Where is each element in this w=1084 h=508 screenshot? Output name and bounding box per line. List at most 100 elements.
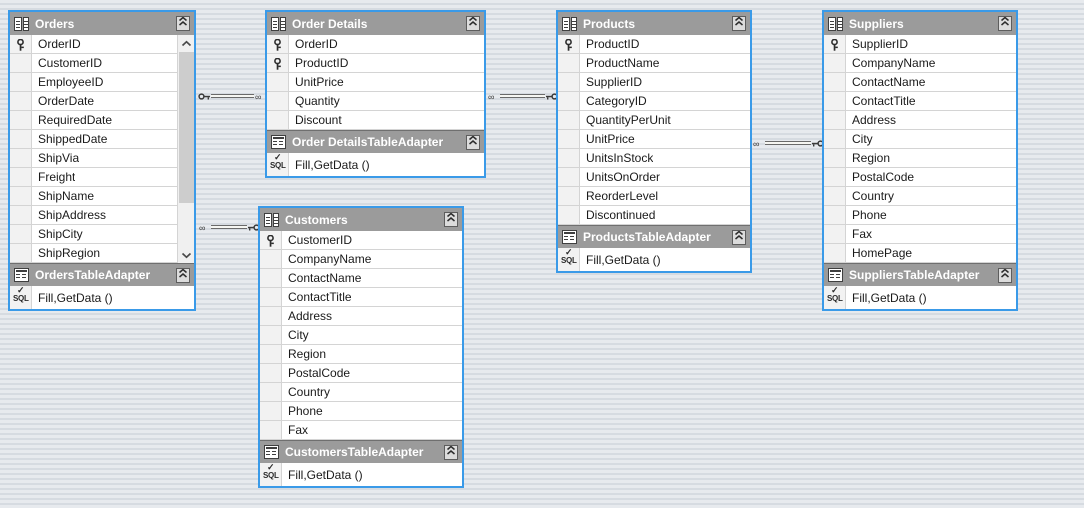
field-row[interactable]: ShipName	[10, 187, 194, 206]
relation-rel-orders-orderdetails[interactable]: ∞	[198, 90, 267, 102]
entity-header-orders[interactable]: Orders	[10, 12, 194, 35]
adapter-query-row[interactable]: ✓ SQL Fill,GetData ()	[260, 463, 462, 486]
relation-rel-orders-customers[interactable]: ∞	[198, 221, 260, 233]
field-row[interactable]: Freight	[10, 168, 194, 187]
field-row[interactable]: Quantity	[267, 92, 484, 111]
adapter-title-customers: CustomersTableAdapter	[285, 445, 424, 459]
entity-title-order-details: Order Details	[292, 16, 368, 31]
field-row[interactable]: Country	[260, 383, 462, 402]
chevron-double-up-icon[interactable]	[466, 134, 480, 150]
field-row[interactable]: EmployeeID	[10, 73, 194, 92]
adapter-header-order-details[interactable]: Order DetailsTableAdapter	[267, 130, 484, 153]
field-row[interactable]: UnitPrice	[558, 130, 750, 149]
entity-header-products[interactable]: Products	[558, 12, 750, 35]
svg-text:∞: ∞	[753, 139, 759, 149]
adapter-header-products[interactable]: ProductsTableAdapter	[558, 225, 750, 248]
field-row[interactable]: CompanyName	[824, 54, 1016, 73]
chevron-down-icon[interactable]	[178, 246, 194, 263]
field-row[interactable]: OrderDate	[10, 92, 194, 111]
chevron-double-up-icon[interactable]	[998, 16, 1012, 31]
field-row[interactable]: Region	[824, 149, 1016, 168]
field-row[interactable]: HomePage	[824, 244, 1016, 263]
field-row[interactable]: ContactTitle	[824, 92, 1016, 111]
field-row[interactable]: ShipVia	[10, 149, 194, 168]
field-row[interactable]: Address	[824, 111, 1016, 130]
field-gutter	[267, 92, 289, 110]
field-row[interactable]: Fax	[260, 421, 462, 440]
field-row[interactable]: Fax	[824, 225, 1016, 244]
field-row[interactable]: CustomerID	[10, 54, 194, 73]
scrollbar-thumb[interactable]	[179, 52, 194, 204]
chevron-double-up-icon[interactable]	[466, 16, 480, 31]
field-row[interactable]: ContactName	[260, 269, 462, 288]
field-row[interactable]: UnitPrice	[267, 73, 484, 92]
field-row[interactable]: UnitsInStock	[558, 149, 750, 168]
entity-header-suppliers[interactable]: Suppliers	[824, 12, 1016, 35]
chevron-double-up-icon[interactable]	[444, 444, 458, 460]
field-row[interactable]: UnitsOnOrder	[558, 168, 750, 187]
entity-customers[interactable]: Customers CustomerID CompanyName ContactNam…	[258, 206, 464, 488]
field-row[interactable]: ContactTitle	[260, 288, 462, 307]
field-row[interactable]: Address	[260, 307, 462, 326]
field-row[interactable]: ReorderLevel	[558, 187, 750, 206]
relation-rel-products-suppliers[interactable]: ∞	[752, 137, 824, 149]
field-row[interactable]: Discontinued	[558, 206, 750, 225]
field-row[interactable]: Region	[260, 345, 462, 364]
adapter-query-row[interactable]: ✓ SQL Fill,GetData ()	[267, 153, 484, 176]
field-row[interactable]: ContactName	[824, 73, 1016, 92]
field-row[interactable]: ShippedDate	[10, 130, 194, 149]
relation-line	[211, 94, 254, 98]
adapter-query-row[interactable]: ✓ SQL Fill,GetData ()	[824, 286, 1016, 309]
adapter-query-row[interactable]: ✓ SQL Fill,GetData ()	[558, 248, 750, 271]
field-row[interactable]: CategoryID	[558, 92, 750, 111]
field-row[interactable]: PostalCode	[824, 168, 1016, 187]
field-row[interactable]: ProductID	[267, 54, 484, 73]
field-row[interactable]: Phone	[824, 206, 1016, 225]
chevron-double-up-icon[interactable]	[176, 16, 190, 31]
field-row[interactable]: OrderID	[10, 35, 194, 54]
field-gutter	[267, 111, 289, 129]
field-row[interactable]: ShipCity	[10, 225, 194, 244]
entity-order-details[interactable]: Order Details OrderID ProductID UnitPrice Qu…	[265, 10, 486, 178]
field-name: Phone	[852, 208, 887, 222]
field-row[interactable]: City	[824, 130, 1016, 149]
field-gutter	[824, 149, 846, 167]
entity-products[interactable]: Products ProductID ProductName SupplierID Ca…	[556, 10, 752, 273]
adapter-header-orders[interactable]: OrdersTableAdapter	[10, 263, 194, 286]
entity-header-customers[interactable]: Customers	[260, 208, 462, 231]
chevron-double-up-icon[interactable]	[444, 212, 458, 227]
field-row[interactable]: Phone	[260, 402, 462, 421]
chevron-double-up-icon[interactable]	[998, 267, 1012, 283]
field-row[interactable]: Discount	[267, 111, 484, 130]
field-row[interactable]: QuantityPerUnit	[558, 111, 750, 130]
adapter-query-row[interactable]: ✓ SQL Fill,GetData ()	[10, 286, 194, 309]
field-row[interactable]: PostalCode	[260, 364, 462, 383]
field-row[interactable]: ProductName	[558, 54, 750, 73]
field-name: Address	[852, 113, 897, 127]
adapter-header-suppliers[interactable]: SuppliersTableAdapter	[824, 263, 1016, 286]
chevron-up-icon[interactable]	[178, 35, 194, 52]
chevron-double-up-icon[interactable]	[732, 16, 746, 31]
field-name: ContactTitle	[288, 290, 352, 304]
entity-orders[interactable]: Orders OrderID CustomerID EmployeeID OrderDa…	[8, 10, 196, 311]
field-row[interactable]: Country	[824, 187, 1016, 206]
field-row[interactable]: SupplierID	[558, 73, 750, 92]
adapter-header-customers[interactable]: CustomersTableAdapter	[260, 440, 462, 463]
field-row[interactable]: CustomerID	[260, 231, 462, 250]
field-row[interactable]: City	[260, 326, 462, 345]
field-row[interactable]: OrderID	[267, 35, 484, 54]
field-row[interactable]: CompanyName	[260, 250, 462, 269]
field-row[interactable]: ShipAddress	[10, 206, 194, 225]
field-row[interactable]: ProductID	[558, 35, 750, 54]
field-row[interactable]: ShipRegion	[10, 244, 194, 263]
query-gutter: ✓ SQL	[10, 286, 32, 309]
field-list-scrollbar[interactable]	[177, 35, 194, 263]
chevron-double-up-icon[interactable]	[176, 267, 190, 283]
entity-header-order-details[interactable]: Order Details	[267, 12, 484, 35]
relation-rel-orderdetails-products[interactable]: ∞	[487, 90, 558, 102]
field-row[interactable]: RequiredDate	[10, 111, 194, 130]
field-gutter	[824, 130, 846, 148]
chevron-double-up-icon[interactable]	[732, 229, 746, 245]
field-row[interactable]: SupplierID	[824, 35, 1016, 54]
entity-suppliers[interactable]: Suppliers SupplierID CompanyName ContactNam…	[822, 10, 1018, 311]
